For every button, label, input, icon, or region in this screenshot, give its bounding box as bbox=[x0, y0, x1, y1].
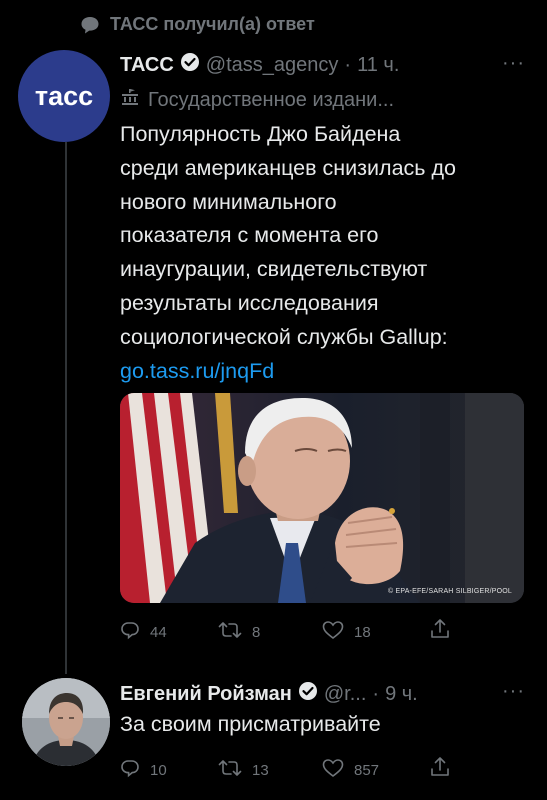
reply-body: За своим присматривайте bbox=[120, 712, 381, 736]
retweet-icon bbox=[218, 620, 242, 644]
reply-action[interactable]: 10 bbox=[120, 758, 167, 782]
reply-icon bbox=[120, 758, 140, 782]
tweet-timestamp[interactable]: 11 ч. bbox=[357, 54, 399, 77]
reply-author-avatar[interactable] bbox=[22, 678, 110, 766]
retweet-icon bbox=[218, 758, 242, 782]
speech-bubble-icon bbox=[80, 15, 100, 35]
tweet-time-separator: · bbox=[344, 53, 352, 76]
tweet-text-line: Популярность Джо Байдена bbox=[120, 122, 401, 146]
tass-avatar-logo-text: тасс bbox=[34, 80, 94, 111]
retweet-count: 8 bbox=[252, 623, 261, 641]
retweet-count: 13 bbox=[252, 761, 269, 779]
like-action[interactable]: 857 bbox=[322, 758, 379, 782]
tweet-text-line: нового минимального bbox=[120, 189, 337, 214]
share-icon bbox=[430, 618, 450, 644]
heart-icon bbox=[322, 620, 344, 644]
share-icon bbox=[430, 756, 450, 782]
reply-actions-bar: 10 13 857 bbox=[120, 756, 524, 780]
heart-icon bbox=[322, 758, 344, 782]
reply-context-text: ТАСС получил(а) ответ bbox=[110, 14, 315, 34]
reply-timestamp[interactable]: 9 ч. bbox=[385, 683, 418, 706]
tweet-text-line: показателя с момента его bbox=[120, 223, 379, 248]
tweet-media-photo[interactable]: © EPA-EFE/SARAH SILBIGER/POOL bbox=[120, 393, 524, 603]
tweet-body: Популярность Джо Байдена среди американц… bbox=[120, 118, 530, 388]
retweet-action[interactable]: 8 bbox=[218, 620, 260, 644]
reply-context-header: ТАСС получил(а) ответ bbox=[80, 14, 315, 35]
tweet-author-handle[interactable]: @tass_agency bbox=[206, 54, 339, 77]
tweet-text-line: среди американцев снизилась до bbox=[120, 155, 456, 180]
reply-author-handle[interactable]: @r... bbox=[324, 683, 367, 706]
reply-more-options-icon[interactable]: ··· bbox=[502, 680, 525, 703]
like-count: 857 bbox=[354, 761, 380, 779]
government-media-label-text: Государственное издани... bbox=[148, 88, 395, 111]
tass-avatar[interactable]: тасс bbox=[18, 50, 110, 142]
government-media-label[interactable]: Государственное издани... bbox=[120, 88, 394, 112]
tweet-text-line: социологической службы Gallup: bbox=[120, 324, 448, 349]
tweet-author-name[interactable]: ТАСС bbox=[120, 54, 174, 77]
share-action[interactable] bbox=[430, 756, 450, 782]
tweet-actions-bar: 44 8 18 bbox=[120, 618, 524, 642]
reply-author-name[interactable]: Евгений Ройзман bbox=[120, 683, 292, 706]
tweet-header: ТАСС @tass_agency · 11 ч. bbox=[120, 52, 399, 78]
government-building-icon bbox=[120, 88, 140, 112]
verified-badge-icon bbox=[298, 681, 318, 707]
verified-badge-icon bbox=[180, 52, 200, 78]
reply-action[interactable]: 44 bbox=[120, 620, 167, 644]
tweet-text-line: результаты исследования bbox=[120, 290, 379, 315]
tweet-link[interactable]: go.tass.ru/jnqFd bbox=[120, 355, 530, 389]
reply-time-separator: · bbox=[372, 682, 380, 705]
tweet-text-line: инаугурации, свидетельствуют bbox=[120, 257, 428, 282]
reply-icon bbox=[120, 620, 140, 644]
reply-count: 44 bbox=[150, 623, 167, 641]
thread-connector-line bbox=[65, 142, 67, 674]
reply-header: Евгений Ройзман @r... · 9 ч. bbox=[120, 681, 418, 707]
media-photo-credit: © EPA-EFE/SARAH SILBIGER/POOL bbox=[387, 588, 512, 595]
reply-count: 10 bbox=[150, 761, 167, 779]
retweet-action[interactable]: 13 bbox=[218, 758, 269, 782]
tweet-more-options-icon[interactable]: ··· bbox=[502, 52, 525, 75]
share-action[interactable] bbox=[430, 618, 450, 644]
like-count: 18 bbox=[354, 623, 371, 641]
like-action[interactable]: 18 bbox=[322, 620, 371, 644]
